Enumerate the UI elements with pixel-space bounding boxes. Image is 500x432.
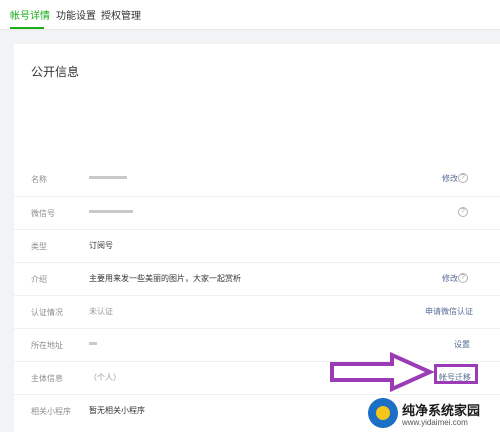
edit-name-link[interactable]: 修改 <box>442 173 458 184</box>
redacted-text <box>89 342 97 346</box>
apply-verification-link[interactable]: 申请微信认证 <box>425 306 473 317</box>
row-label: 所在地址 <box>31 341 63 350</box>
help-icon[interactable]: ? <box>458 273 468 283</box>
watermark-logo-icon <box>368 398 398 428</box>
row-type: 类型 订阅号 <box>14 229 500 262</box>
watermark-title: 纯净系统家园 <box>402 403 481 418</box>
row-label: 介绍 <box>31 275 47 284</box>
wechat-id-value <box>89 207 133 216</box>
entity-value: （个人） <box>89 373 121 382</box>
row-label: 认证情况 <box>31 308 63 317</box>
row-verification: 认证情况 未认证 申请微信认证 <box>14 295 500 328</box>
top-tabs: 帐号详情 功能设置 授权管理 <box>0 0 500 30</box>
tab-account-details[interactable]: 帐号详情 <box>10 7 50 22</box>
annotation-arrow <box>330 352 434 392</box>
type-value: 订阅号 <box>89 241 113 250</box>
address-value <box>89 339 97 348</box>
introduction-value: 主要用来发一些美丽的图片，大家一起赏析 <box>89 274 241 283</box>
row-label: 微信号 <box>31 209 55 218</box>
row-label: 相关小程序 <box>31 407 71 416</box>
row-label: 主体信息 <box>31 374 63 383</box>
tab-authorization-management[interactable]: 授权管理 <box>101 7 141 22</box>
redacted-text <box>89 210 133 214</box>
watermark: 纯净系统家园 www.yidaimei.com <box>364 396 500 432</box>
mini-programs-value: 暂无相关小程序 <box>89 406 145 415</box>
edit-introduction-link[interactable]: 修改 <box>442 273 458 284</box>
row-label: 类型 <box>31 242 47 251</box>
row-name: 名称 修改 ? <box>14 163 500 196</box>
name-value <box>89 173 127 182</box>
panel-title: 公开信息 <box>31 65 80 79</box>
row-introduction: 介绍 主要用来发一些美丽的图片，大家一起赏析 修改 ? <box>14 262 500 295</box>
active-tab-indicator <box>10 27 44 29</box>
annotation-highlight-box <box>434 364 478 384</box>
help-icon[interactable]: ? <box>458 173 468 183</box>
help-icon[interactable]: ? <box>458 207 468 217</box>
tab-feature-settings[interactable]: 功能设置 <box>56 7 96 22</box>
verification-value: 未认证 <box>89 307 113 316</box>
redacted-text <box>89 176 127 180</box>
watermark-url: www.yidaimei.com <box>402 418 468 427</box>
set-address-link[interactable]: 设置 <box>454 339 470 350</box>
row-label: 名称 <box>31 175 47 184</box>
row-wechat-id: 微信号 ? <box>14 196 500 229</box>
